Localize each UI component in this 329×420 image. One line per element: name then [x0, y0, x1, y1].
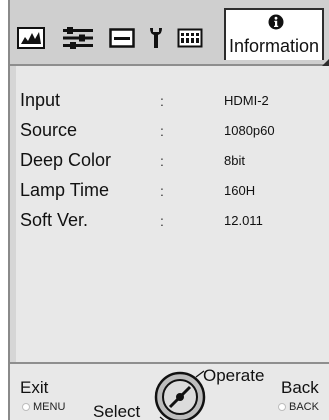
row-label: Source: [20, 120, 78, 140]
back-key-label: BACK: [289, 401, 319, 413]
tab-information[interactable]: Information: [224, 8, 324, 60]
tab-display[interactable]: [108, 27, 136, 49]
menu-key-dot-icon: [22, 403, 30, 411]
back-key-hint: BACK: [278, 401, 319, 413]
row-value: 160H: [224, 183, 256, 198]
row-value: 12.011: [224, 213, 263, 228]
select-label: Select: [93, 402, 141, 420]
row-separator: :: [160, 93, 164, 109]
row-label: Lamp Time: [20, 180, 110, 200]
row-label: Soft Ver.: [20, 210, 89, 230]
info-row-soft-ver: Soft Ver. : 12.011: [10, 210, 329, 234]
tab-system[interactable]: [176, 27, 204, 49]
tab-setting[interactable]: [60, 27, 96, 49]
info-row-source: Source : 1080p60: [10, 120, 329, 144]
key-guide-footer: Exit MENU Select Operate Back BACK: [10, 362, 329, 420]
row-separator: :: [160, 183, 164, 199]
row-separator: :: [160, 153, 164, 169]
row-value: HDMI-2: [224, 93, 269, 108]
info-row-input: Input : HDMI-2: [10, 90, 329, 114]
row-value: 1080p60: [224, 123, 275, 138]
info-icon: [268, 14, 284, 30]
keyboard-icon: [177, 28, 203, 48]
exit-label: Exit: [20, 378, 49, 397]
row-label: Deep Color: [20, 150, 112, 170]
operate-label: Operate: [203, 366, 265, 385]
screen-icon: [109, 28, 135, 48]
tab-information-label: Information: [228, 36, 320, 56]
osd-menu: Information Input : HDMI-2 Source : 1080…: [8, 0, 329, 420]
row-value: 8bit: [224, 153, 245, 168]
back-key-dot-icon: [278, 403, 286, 411]
info-row-deep-color: Deep Color : 8bit: [10, 150, 329, 174]
settings-sliders-icon: [63, 27, 93, 49]
row-separator: :: [160, 123, 164, 139]
tab-corner-triangle: [322, 59, 329, 66]
tab-picture[interactable]: [16, 27, 46, 49]
menu-key-label: MENU: [33, 401, 66, 413]
picture-icon: [17, 27, 45, 49]
tools-icon: [150, 28, 162, 48]
back-label: Back: [281, 378, 319, 397]
tab-tools[interactable]: [146, 27, 166, 49]
tab-bar: Information: [10, 0, 329, 66]
info-row-lamp-time: Lamp Time : 160H: [10, 180, 329, 204]
menu-key-hint: MENU: [22, 401, 65, 413]
row-separator: :: [160, 213, 164, 229]
row-label: Input: [20, 90, 61, 110]
